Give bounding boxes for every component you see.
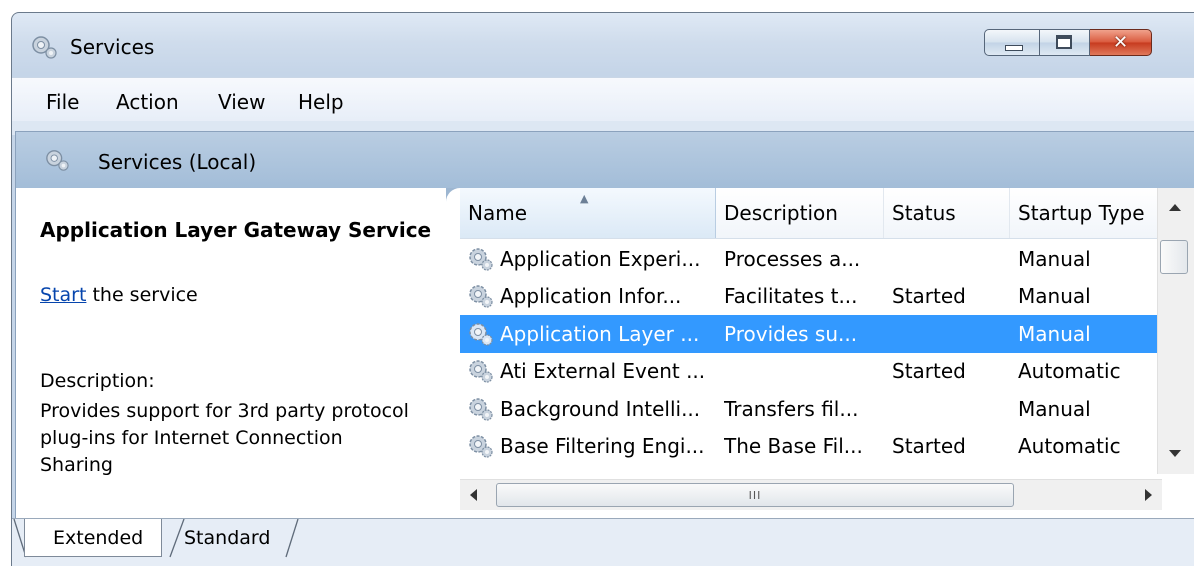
column-name-label: Name: [468, 201, 528, 225]
horizontal-scrollbar[interactable]: III: [460, 479, 1162, 510]
service-gear-icon: [469, 360, 493, 383]
scroll-up-icon[interactable]: [1169, 204, 1181, 211]
start-service-line: Start the service: [40, 284, 198, 306]
cell-status: [892, 315, 1010, 353]
cell-startup-type: Manual: [1018, 284, 1091, 309]
service-name: Base Filtering Engi...: [500, 434, 705, 459]
tab-edge-right: [285, 519, 299, 558]
table-row[interactable]: Application Experi... Processes a... Man…: [460, 240, 1162, 278]
cell-description: [724, 353, 884, 391]
panel-header: Services (Local): [16, 132, 1194, 188]
window-title: Services: [70, 35, 155, 59]
minimize-icon: [1005, 45, 1023, 51]
service-name: Application Infor...: [500, 284, 682, 309]
service-name: Background Intelli...: [500, 396, 701, 421]
maximize-button[interactable]: [1040, 29, 1090, 56]
cell-name: Application Layer ...: [466, 315, 718, 353]
description-label: Description:: [40, 370, 155, 392]
title-bar[interactable]: Services ✕: [12, 13, 1194, 81]
service-name: Ati External Event ...: [500, 359, 706, 384]
services-list-pane: Name ▲ Description Status Startup Type Ap…: [446, 188, 1194, 535]
service-gear-icon: [469, 323, 493, 346]
cell-startup-type: Automatic: [1018, 359, 1121, 384]
tab-standard[interactable]: Standard: [158, 519, 300, 557]
panel-title: Services (Local): [98, 150, 257, 174]
close-button[interactable]: ✕: [1090, 29, 1152, 56]
scroll-left-icon[interactable]: [470, 489, 477, 501]
table-row[interactable]: Application Infor... Facilitates t... St…: [460, 278, 1162, 316]
cell-name: Application Infor...: [466, 278, 718, 316]
selected-service-title: Application Layer Gateway Service: [40, 218, 432, 242]
cell-description: Processes a...: [724, 246, 861, 271]
cell-status: Started: [892, 434, 966, 459]
menu-view[interactable]: View: [218, 90, 265, 114]
services-gear-icon: [32, 36, 57, 59]
menu-help[interactable]: Help: [298, 90, 344, 114]
scroll-grip-icon: III: [748, 488, 762, 502]
cell-status: Started: [892, 284, 966, 309]
list-header: Name ▲ Description Status Startup Type: [460, 188, 1194, 239]
scroll-right-icon[interactable]: [1145, 489, 1152, 501]
start-service-link[interactable]: Start: [40, 284, 86, 306]
service-name: Application Experi...: [500, 246, 701, 271]
service-name: Application Layer ...: [500, 321, 700, 346]
column-header-startup-type[interactable]: Startup Type: [1010, 188, 1162, 238]
vertical-scroll-thumb[interactable]: [1160, 240, 1188, 274]
service-gear-icon: [469, 398, 493, 421]
cell-description: Facilitates t...: [724, 284, 858, 309]
cell-description: Provides su...: [724, 321, 858, 346]
cell-startup-type: Manual: [1018, 246, 1091, 271]
table-row[interactable]: Base Filtering Engi... The Base Fil... S…: [460, 428, 1162, 466]
mmc-content: Services (Local) Application Layer Gatew…: [15, 131, 1194, 536]
cell-name: Base Filtering Engi...: [466, 428, 718, 466]
scroll-down-icon[interactable]: [1169, 450, 1181, 457]
maximize-icon: [1056, 35, 1072, 49]
table-row[interactable]: Ati External Event ... Started Automatic: [460, 353, 1162, 391]
cell-status: [892, 240, 1010, 278]
start-service-suffix: the service: [86, 284, 198, 306]
menu-action[interactable]: Action: [116, 90, 179, 114]
cell-name: Application Experi...: [466, 240, 718, 278]
view-tabs: Extended Standard: [12, 518, 1194, 566]
services-list: Application Experi... Processes a... Man…: [460, 240, 1162, 465]
extended-description-pane: Application Layer Gateway Service Start …: [16, 188, 446, 535]
cell-name: Ati External Event ...: [466, 353, 718, 391]
minimize-button[interactable]: [984, 29, 1040, 56]
menu-bar: File Action View Help: [12, 77, 1194, 122]
service-gear-icon: [469, 248, 493, 271]
cell-startup-type: Manual: [1018, 396, 1091, 421]
caption-buttons: ✕: [984, 29, 1152, 57]
vertical-scrollbar[interactable]: [1157, 188, 1194, 474]
column-header-name[interactable]: Name ▲: [460, 188, 716, 238]
service-gear-icon: [469, 435, 493, 458]
sort-ascending-icon: ▲: [580, 192, 589, 205]
tab-extended[interactable]: Extended: [24, 519, 162, 557]
table-row[interactable]: Background Intelli... Transfers fil... M…: [460, 390, 1162, 428]
cell-name: Background Intelli...: [466, 390, 718, 428]
services-local-icon: [46, 150, 69, 171]
cell-startup-type: Automatic: [1018, 434, 1121, 459]
menu-file[interactable]: File: [46, 90, 79, 114]
column-header-description[interactable]: Description: [716, 188, 884, 238]
horizontal-scroll-thumb[interactable]: III: [496, 483, 1014, 507]
service-gear-icon: [469, 285, 493, 308]
description-text: Provides support for 3rd party protocol …: [40, 400, 409, 476]
cell-description: Transfers fil...: [724, 396, 859, 421]
table-row[interactable]: Application Layer ... Provides su... Man…: [460, 315, 1162, 353]
cell-description: The Base Fil...: [724, 434, 863, 459]
services-window: Services ✕ File Action View Help Service…: [11, 12, 1194, 566]
column-header-status[interactable]: Status: [884, 188, 1010, 238]
close-icon: ✕: [1112, 32, 1129, 53]
cell-status: [892, 390, 1010, 428]
cell-status: Started: [892, 359, 966, 384]
cell-startup-type: Manual: [1018, 321, 1091, 346]
